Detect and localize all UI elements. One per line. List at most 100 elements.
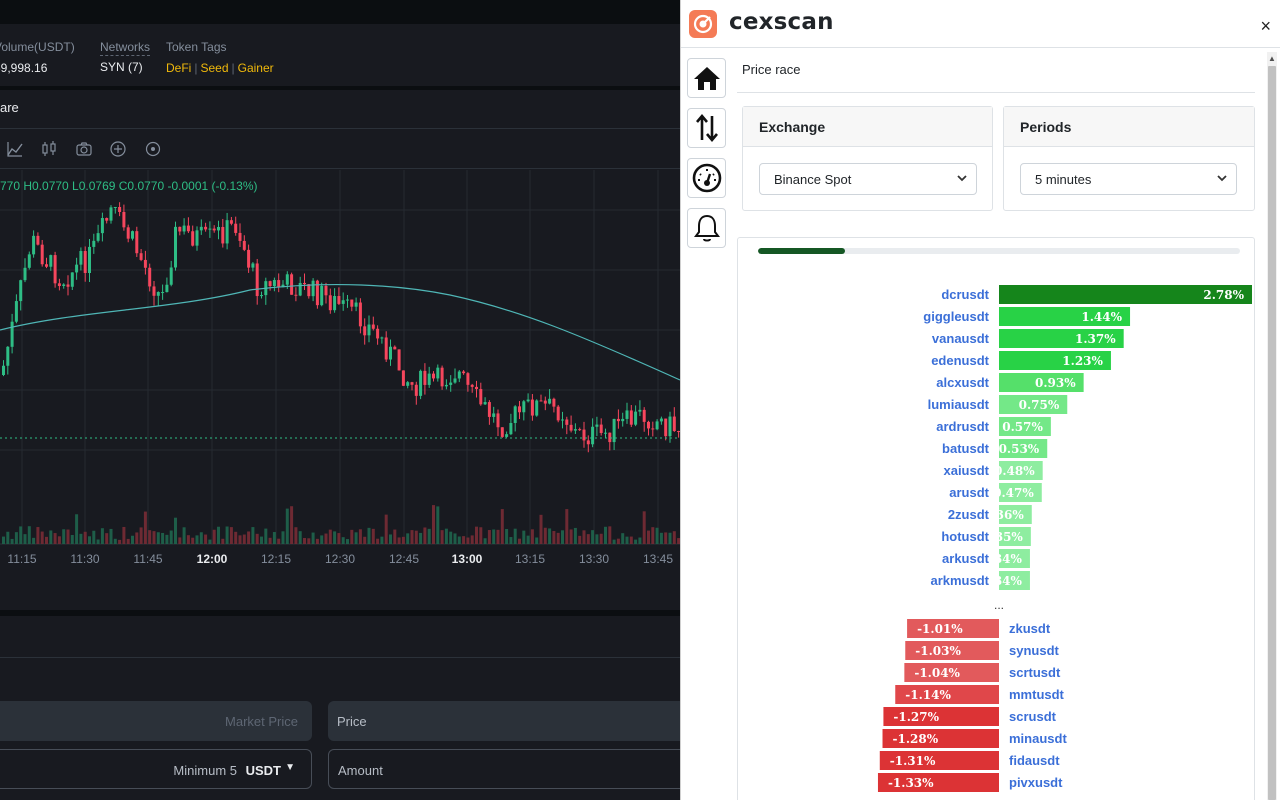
time-axis-label: 12:15: [261, 552, 291, 566]
race-bar-value: 0.75%: [1019, 398, 1060, 412]
race-symbol[interactable]: batusdt: [942, 441, 990, 456]
race-bar-value: 0.53%: [999, 442, 1040, 456]
race-bar-value: 0.48%: [994, 464, 1035, 478]
periods-select[interactable]: 5 minutes: [1020, 163, 1237, 195]
race-symbol[interactable]: pivxusdt: [1009, 775, 1063, 790]
tag-gainer[interactable]: Gainer: [238, 61, 274, 75]
race-symbol[interactable]: arusdt: [949, 485, 989, 500]
race-symbol[interactable]: minausdt: [1009, 731, 1067, 746]
token-stats-bar: Volume(USDT) 69,998.16 Networks SYN (7) …: [0, 28, 680, 86]
scrollbar-thumb[interactable]: [1268, 66, 1276, 800]
race-row-loser[interactable]: -1.27% scrusdt: [883, 707, 1057, 726]
race-symbol[interactable]: xaiusdt: [943, 463, 989, 478]
race-row-gainer[interactable]: 0.48% xaiusdt: [943, 461, 1043, 480]
caret-down-icon[interactable]: ▼: [285, 762, 295, 773]
race-row-gainer[interactable]: 0.36%2zusdt: [948, 505, 1032, 524]
candles-icon[interactable]: [40, 140, 58, 158]
race-symbol[interactable]: lumiausdt: [928, 397, 990, 412]
tag-defi[interactable]: DeFi: [166, 61, 191, 75]
race-row-gainer[interactable]: 0.47% arusdt: [949, 483, 1042, 502]
race-row-loser[interactable]: -1.03% synusdt: [905, 641, 1060, 660]
nav-swap[interactable]: [687, 108, 726, 148]
race-row-loser[interactable]: -1.14% mmtusdt: [895, 685, 1065, 704]
race-symbol[interactable]: giggleusdt: [923, 309, 989, 324]
race-bar-value: 0.36%: [983, 508, 1024, 522]
stat-networks[interactable]: Networks SYN (7): [100, 40, 151, 74]
ohlc-readout: 770 H0.0770 L0.0769 C0.0770 -0.0001 (-0.…: [0, 179, 258, 193]
total-input[interactable]: Minimum 5 USDT ▼: [0, 749, 312, 789]
nav-speedometer[interactable]: [687, 158, 726, 198]
close-button[interactable]: ×: [1260, 16, 1271, 37]
time-axis-label: 12:45: [389, 552, 419, 566]
race-row-gainer[interactable]: 0.75% lumiausdt: [928, 395, 1068, 414]
race-symbol[interactable]: hotusdt: [941, 529, 989, 544]
time-axis-label: 11:30: [70, 552, 99, 566]
price-race-chart: 2.78% dcrusdt 1.44% giggleusdt 1.37% vanausdt…: [877, 285, 1252, 792]
race-row-gainer[interactable]: 0.34%arkusdt: [942, 549, 1030, 568]
nav-alerts[interactable]: [687, 208, 726, 248]
race-symbol[interactable]: 2zusdt: [948, 507, 990, 522]
race-row-gainer[interactable]: 0.53% batusdt: [942, 439, 1048, 458]
chart-section-title: are: [0, 100, 19, 115]
race-symbol[interactable]: scrusdt: [1009, 709, 1057, 724]
race-bar-value: -1.27%: [893, 710, 939, 724]
race-symbol[interactable]: scrtusdt: [1009, 665, 1061, 680]
race-row-loser[interactable]: -1.04% scrtusdt: [904, 663, 1061, 682]
race-bar-value: -1.04%: [914, 666, 960, 680]
popup-scrollbar[interactable]: ▲: [1267, 52, 1277, 800]
exchange-select[interactable]: Binance Spot: [759, 163, 977, 195]
time-axis-label: 11:45: [133, 552, 162, 566]
periods-selected: 5 minutes: [1035, 172, 1092, 187]
race-bar-value: -1.14%: [905, 688, 951, 702]
race-symbol[interactable]: synusdt: [1009, 643, 1060, 658]
race-symbol[interactable]: mmtusdt: [1009, 687, 1065, 702]
race-row-gainer[interactable]: 0.35%hotusdt: [941, 527, 1031, 546]
race-bar-value: -1.01%: [917, 622, 963, 636]
separator: [0, 610, 680, 616]
amount-placeholder: Amount: [338, 763, 383, 778]
race-row-gainer[interactable]: 1.44% giggleusdt: [923, 307, 1131, 326]
race-symbol[interactable]: arkusdt: [942, 551, 990, 566]
cexscan-popup: cexscan × Price race Exchange Binance Sp…: [680, 0, 1280, 800]
amount-input[interactable]: Amount: [328, 749, 680, 789]
stat-volume-label: Volume(USDT): [0, 40, 75, 54]
race-symbol[interactable]: dcrusdt: [941, 287, 989, 302]
race-row-gainer[interactable]: 0.57% ardrusdt: [936, 417, 1051, 436]
time-axis-label: 13:00: [452, 552, 483, 566]
price-chart[interactable]: 11:15 11:30 11:45 12:00 12:15 12:30 12:45 13:00…: [0, 170, 680, 574]
race-row-loser[interactable]: -1.33% pivxusdt: [877, 773, 1063, 792]
line-chart-icon[interactable]: [6, 140, 24, 158]
top-strip: [0, 0, 680, 24]
race-symbol[interactable]: alcxusdt: [936, 375, 989, 390]
race-symbol[interactable]: vanausdt: [932, 331, 990, 346]
home-icon: [693, 67, 720, 90]
time-axis-label: 13:45: [643, 552, 673, 566]
race-symbol[interactable]: edenusdt: [931, 353, 989, 368]
settings-icon[interactable]: [144, 140, 162, 158]
race-row-loser[interactable]: -1.28% minausdt: [882, 729, 1068, 748]
price-race-panel: Price race Exchange Binance Spot Periods…: [737, 50, 1259, 800]
tag-seed[interactable]: Seed: [200, 61, 228, 75]
price-placeholder: Price: [337, 714, 367, 729]
chevron-down-icon: [1217, 175, 1227, 182]
scroll-up-icon[interactable]: ▲: [1268, 54, 1276, 63]
stat-networks-label[interactable]: Networks: [100, 40, 151, 56]
race-row-gainer[interactable]: 0.93% alcxusdt: [936, 373, 1084, 392]
price-input[interactable]: Price: [328, 701, 680, 741]
race-row-gainer[interactable]: 2.78% dcrusdt: [941, 285, 1252, 304]
race-row-gainer[interactable]: 0.34%arkmusdt: [930, 571, 1030, 590]
race-bar-value: -1.31%: [890, 754, 936, 768]
race-chart-box: 2.78% dcrusdt 1.44% giggleusdt 1.37% vanausdt…: [737, 237, 1255, 800]
race-symbol[interactable]: ardrusdt: [936, 419, 989, 434]
unit-selector[interactable]: USDT: [246, 763, 281, 778]
race-symbol[interactable]: zkusdt: [1009, 621, 1051, 636]
nav-home[interactable]: [687, 58, 726, 98]
race-symbol[interactable]: fidausdt: [1009, 753, 1060, 768]
race-row-loser[interactable]: -1.01% zkusdt: [907, 619, 1051, 638]
race-row-gainer[interactable]: 1.37% vanausdt: [932, 329, 1124, 348]
race-row-loser[interactable]: -1.31% fidausdt: [879, 751, 1060, 770]
add-indicator-icon[interactable]: [109, 140, 127, 158]
camera-icon[interactable]: [75, 140, 93, 158]
race-row-gainer[interactable]: 1.23% edenusdt: [931, 351, 1111, 370]
race-symbol[interactable]: arkmusdt: [930, 573, 989, 588]
